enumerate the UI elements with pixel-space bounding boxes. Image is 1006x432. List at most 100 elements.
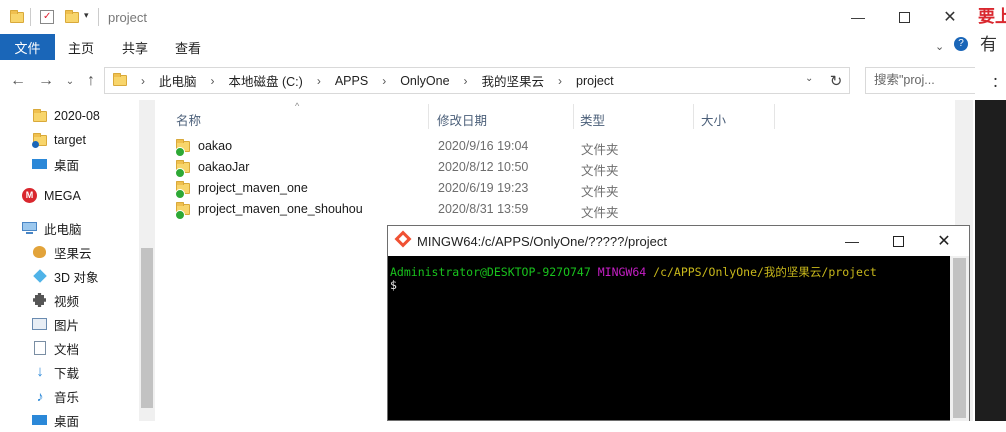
chevron-right-icon: › — [382, 73, 387, 88]
column-divider[interactable] — [428, 104, 429, 129]
breadcrumb-item[interactable]: 我的坚果云 — [482, 71, 545, 90]
column-header-date[interactable]: 修改日期 — [437, 110, 487, 129]
column-divider[interactable] — [573, 104, 574, 129]
chevron-right-icon: › — [558, 73, 563, 88]
column-divider[interactable] — [693, 104, 694, 129]
sync-ok-icon — [175, 210, 185, 220]
file-date: 2020/8/12 10:50 — [438, 160, 529, 174]
sort-ascending-icon: ^ — [295, 101, 300, 111]
nav-item-label: 图片 — [54, 318, 80, 333]
prompt-shell: MINGW64 — [597, 265, 647, 279]
chevron-right-icon: › — [141, 73, 145, 88]
file-date: 2020/6/19 19:23 — [438, 181, 529, 195]
mega-icon: M — [22, 188, 38, 204]
column-divider[interactable] — [774, 104, 775, 129]
maximize-button[interactable] — [881, 0, 927, 34]
minimize-button[interactable]: — — [835, 0, 881, 34]
nav-item-label: 3D 对象 — [54, 270, 99, 285]
file-date: 2020/8/31 13:59 — [438, 202, 529, 216]
help-icon[interactable]: ? — [954, 37, 968, 51]
desktop-icon — [32, 412, 48, 428]
close-icon: ✕ — [943, 9, 957, 26]
recent-locations-button[interactable]: ⌄ — [60, 71, 80, 91]
background-heading: 要上 — [978, 7, 1006, 26]
column-header-type[interactable]: 类型 — [580, 110, 605, 129]
nav-item-label: 桌面 — [54, 414, 80, 429]
nav-item-label: 坚果云 — [54, 246, 92, 261]
close-icon: ✕ — [937, 233, 951, 250]
background-text: 有 — [980, 35, 997, 54]
nav-pane-scrollbar-thumb[interactable] — [141, 248, 153, 408]
file-type: 文件夹 — [581, 185, 619, 199]
new-folder-icon[interactable] — [65, 10, 79, 23]
nav-item-label: MEGA — [44, 189, 81, 203]
nav-item-label: 此电脑 — [44, 222, 82, 237]
divider — [30, 8, 31, 26]
computer-icon — [22, 220, 38, 236]
breadcrumb-item[interactable]: 本地磁盘 (C:) — [229, 71, 303, 90]
column-header-name[interactable]: 名称 — [176, 110, 201, 129]
music-icon: ♪ — [36, 388, 44, 404]
close-button[interactable]: ✕ — [927, 0, 973, 34]
expand-ribbon-icon[interactable]: ⌄ — [935, 40, 944, 53]
customize-quick-access-icon[interactable]: ▾ — [84, 10, 89, 21]
up-button[interactable]: ↑ — [81, 71, 101, 91]
tab-view[interactable]: 查看 — [175, 34, 201, 60]
desktop-icon — [32, 156, 48, 172]
search-input[interactable]: 搜索"proj... — [865, 67, 975, 94]
tab-file[interactable]: 文件 — [0, 34, 55, 60]
terminal-close-button[interactable]: ✕ — [921, 226, 967, 256]
address-dropdown-icon[interactable]: ⌄ — [805, 73, 813, 84]
terminal-title: MINGW64:/c/APPS/OnlyOne/?????/project — [417, 234, 667, 249]
arrow-left-icon: ← — [10, 72, 26, 89]
3d-objects-icon — [32, 268, 48, 284]
breadcrumb-item[interactable]: APPS — [335, 74, 368, 88]
terminal-output[interactable]: Administrator@DESKTOP-927O747 MINGW64 /c… — [390, 266, 950, 416]
tab-share[interactable]: 共享 — [122, 34, 148, 60]
maximize-icon — [892, 235, 904, 247]
prompt-user: Administrator@DESKTOP-927O747 — [390, 265, 591, 279]
breadcrumb-item[interactable]: OnlyOne — [400, 74, 449, 88]
table-row[interactable]: project_maven_one 2020/6/19 19:23 文件夹 — [170, 178, 730, 199]
tab-home[interactable]: 主页 — [68, 34, 94, 60]
minimize-icon: — — [851, 9, 865, 25]
nav-item-label: 下载 — [54, 366, 80, 381]
terminal-maximize-button[interactable] — [875, 226, 921, 256]
refresh-button[interactable]: ↻ — [826, 71, 846, 91]
back-button[interactable]: ← — [8, 71, 28, 91]
documents-icon — [32, 340, 48, 356]
sync-ok-icon — [175, 168, 185, 178]
video-icon — [32, 292, 48, 308]
folder-icon — [113, 73, 127, 86]
background-dark-panel — [975, 100, 1006, 421]
sync-ok-icon — [175, 189, 185, 199]
minimize-icon: — — [845, 233, 859, 249]
nav-item-label: 2020-08 — [54, 109, 100, 123]
address-bar[interactable]: › 此电脑 › 本地磁盘 (C:) › APPS › OnlyOne › 我的坚… — [104, 67, 850, 94]
folder-icon — [32, 108, 48, 124]
chevron-down-icon: ⌄ — [65, 75, 75, 87]
terminal-minimize-button[interactable]: — — [829, 226, 875, 256]
table-row[interactable]: oakaoJar 2020/8/12 10:50 文件夹 — [170, 157, 730, 178]
breadcrumb-item[interactable]: 此电脑 — [159, 71, 197, 90]
chevron-right-icon: › — [210, 73, 215, 88]
divider — [98, 8, 99, 26]
arrow-right-icon: → — [38, 72, 54, 89]
forward-button[interactable]: → — [36, 71, 56, 91]
column-header-size[interactable]: 大小 — [701, 110, 726, 129]
properties-icon[interactable]: ✓ — [40, 10, 54, 24]
file-name: project_maven_one_shouhou — [198, 202, 363, 216]
arrow-up-icon: ↑ — [87, 72, 95, 89]
nav-item-label: 桌面 — [54, 158, 80, 173]
breadcrumb-item[interactable]: project — [576, 74, 614, 88]
file-name: oakaoJar — [198, 160, 250, 174]
chevron-right-icon: › — [463, 73, 468, 88]
table-row[interactable]: oakao 2020/9/16 19:04 文件夹 — [170, 136, 730, 157]
prompt-symbol: $ — [390, 278, 397, 292]
terminal-scrollbar-thumb[interactable] — [953, 258, 966, 418]
pictures-icon — [32, 316, 48, 332]
refresh-icon: ↻ — [829, 73, 843, 90]
navigation-pane: 2020-08 target 桌面 M MEGA 此电脑 坚果云 3D 对象 视 — [0, 100, 155, 429]
file-type: 文件夹 — [581, 143, 619, 157]
table-row[interactable]: project_maven_one_shouhou 2020/8/31 13:5… — [170, 199, 730, 220]
